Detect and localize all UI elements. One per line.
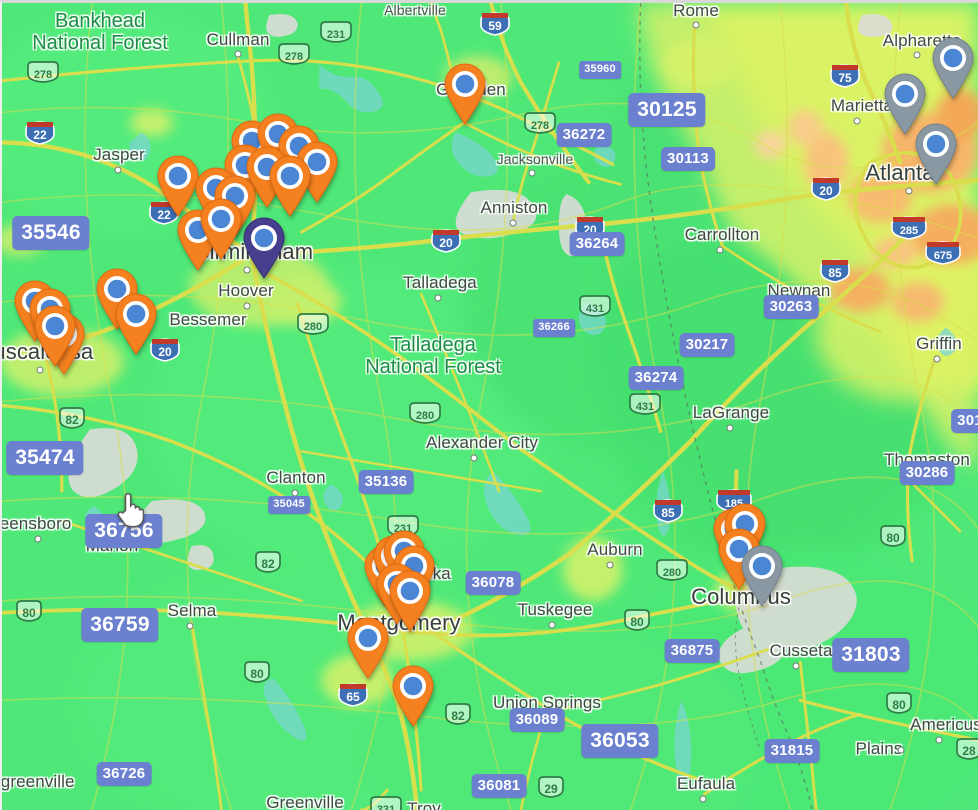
map-pin[interactable] <box>387 570 433 632</box>
map-pin[interactable] <box>198 198 244 260</box>
map-application[interactable]: Cullman Albertville Rome Alpharetta Marietta… <box>0 0 978 810</box>
map-pin[interactable] <box>739 545 785 607</box>
map-pin[interactable] <box>390 665 436 727</box>
map-pin[interactable] <box>442 63 488 125</box>
map-pin[interactable] <box>345 617 391 679</box>
map-pin[interactable] <box>267 155 313 217</box>
map-pin-layer[interactable] <box>2 3 978 810</box>
map-pin[interactable] <box>113 293 159 355</box>
map-pin-selected[interactable] <box>241 217 287 279</box>
map-pin[interactable] <box>32 305 78 367</box>
map-pin[interactable] <box>913 123 959 185</box>
map-pin[interactable] <box>930 37 976 99</box>
